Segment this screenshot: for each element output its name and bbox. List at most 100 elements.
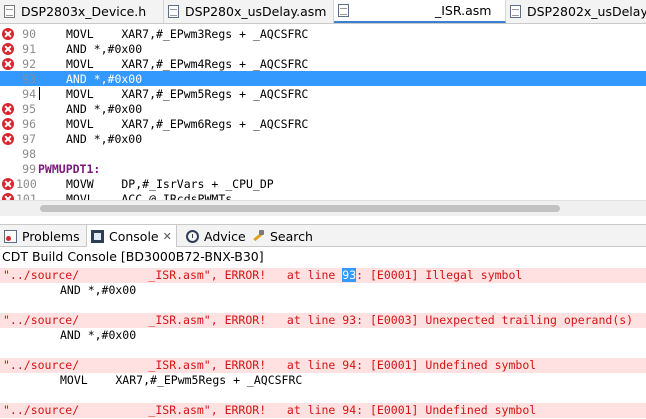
error-line-number[interactable]: 94	[342, 403, 356, 417]
line-number: 93	[22, 71, 36, 86]
problems-icon	[4, 229, 17, 243]
code-text: MOVL XAR7,#_EPwm4Regs + _AQCSFRC	[66, 56, 309, 71]
error-line-number[interactable]: 93	[342, 313, 356, 327]
build-console-output[interactable]: "../source/ _ISR.asm", ERROR! at line 93…	[0, 266, 646, 419]
code-line: 90 MOVL XAR7,#_EPwm3Regs + _AQCSFRC	[0, 26, 646, 41]
console-source-line: MOVL XAR7,#_EPwm5Regs + _AQCSFRC	[60, 373, 303, 387]
tab-label: Problems	[22, 228, 80, 244]
search-icon	[252, 229, 265, 243]
code-text: MOVL ACC,@_IRcdsPWMTs	[66, 191, 233, 201]
error-detail: : [E0001] Undefined symbol	[356, 358, 537, 372]
error-path-prefix: "../source/	[3, 313, 80, 327]
error-marker-icon[interactable]	[2, 102, 14, 115]
tab-console[interactable]: Console ✕	[86, 225, 177, 247]
error-path-prefix: "../source/	[3, 268, 80, 282]
horizontal-scrollbar[interactable]	[0, 200, 646, 216]
code-line-selected: 93 AND *,#0x00	[0, 71, 646, 86]
line-number: 98	[22, 146, 36, 161]
header-file-icon	[4, 5, 15, 18]
error-marker-icon[interactable]	[2, 132, 14, 145]
line-number: 101	[16, 191, 37, 201]
scrollbar-thumb[interactable]	[40, 205, 560, 212]
console-error-line[interactable]: "../source/ _ISR.asm", ERROR! at line 93…	[0, 268, 646, 283]
error-detail: : [E0003] Unexpected trailing operand(s)	[356, 313, 634, 327]
code-text: AND *,#0x00	[66, 41, 143, 56]
tab-dsp2803x-device-h[interactable]: DSP2803x_Device.h	[0, 0, 164, 23]
code-line: 92 MOVL XAR7,#_EPwm4Regs + _AQCSFRC	[0, 56, 646, 71]
code-text: MOVL XAR7,#_EPwm5Regs + _AQCSFRC	[66, 86, 309, 101]
line-number: 95	[22, 101, 36, 116]
line-number: 100	[16, 176, 37, 191]
tab-label: Search	[270, 228, 313, 244]
error-path-prefix: "../source/	[3, 403, 80, 417]
code-line: 97 AND *,#0x00	[0, 131, 646, 146]
error-message: _ISR.asm", ERROR! at line	[148, 358, 343, 372]
redacted-filename	[79, 268, 148, 282]
console-error-line[interactable]: "../source/ _ISR.asm", ERROR! at line 93…	[0, 313, 646, 328]
asm-file-icon	[510, 5, 521, 18]
tab-label: Console	[109, 228, 159, 244]
code-line: 91 AND *,#0x00	[0, 41, 646, 56]
error-message: _ISR.asm", ERROR! at line	[148, 403, 343, 417]
code-text: MOVL XAR7,#_EPwm3Regs + _AQCSFRC	[66, 26, 309, 41]
code-text: MOVL XAR7,#_EPwm6Regs + _AQCSFRC	[66, 116, 309, 131]
code-text: AND *,#0x00	[66, 101, 143, 116]
tab-label: DSP2803x_Device.h	[21, 4, 147, 19]
error-marker-icon[interactable]	[2, 42, 14, 55]
tab-advice[interactable]: Advice	[186, 225, 246, 247]
error-path-prefix: "../source/	[3, 358, 80, 372]
error-marker-icon[interactable]	[2, 57, 14, 70]
code-line: 101 MOVL ACC,@_IRcdsPWMTs	[0, 191, 646, 200]
view-tab-bar: Problems Console ✕ Advice Search	[0, 224, 646, 247]
line-number: 97	[22, 131, 36, 146]
redacted-filename	[79, 313, 148, 327]
code-text: AND *,#0x00	[66, 131, 143, 146]
editor-tab-bar: DSP2803x_Device.h DSP280x_usDelay.asm _I…	[0, 0, 646, 24]
code-text: MOVW DP,#_IsrVars + _CPU_DP	[66, 176, 274, 191]
asm-file-icon	[168, 5, 179, 18]
line-number: 92	[22, 56, 36, 71]
line-number: 99	[22, 161, 36, 176]
code-line: 94 MOVL XAR7,#_EPwm5Regs + _AQCSFRC	[0, 86, 646, 101]
error-marker-icon[interactable]	[2, 177, 14, 190]
advice-icon	[186, 229, 199, 243]
tab-isr-asm[interactable]: _ISR.asm	[334, 0, 506, 23]
text-cursor	[39, 87, 40, 100]
redacted-filename	[79, 403, 148, 417]
tab-dsp280x-usdelay-asm[interactable]: DSP280x_usDelay.asm	[164, 0, 334, 23]
asm-file-icon	[338, 4, 349, 17]
code-line: 99 PWMUPDT1:	[0, 161, 646, 176]
error-marker-icon[interactable]	[2, 27, 14, 40]
line-number: 90	[22, 26, 36, 41]
error-marker-icon[interactable]	[2, 192, 14, 200]
code-label: PWMUPDT1:	[38, 161, 101, 176]
error-line-number[interactable]: 93	[342, 268, 357, 282]
console-source-line: AND *,#0x00	[60, 328, 137, 342]
tab-label: Advice	[204, 228, 246, 244]
error-marker-icon[interactable]	[2, 117, 14, 130]
line-number: 91	[22, 41, 36, 56]
error-message: _ISR.asm", ERROR! at line	[148, 268, 343, 282]
console-error-line[interactable]: "../source/ _ISR.asm", ERROR! at line 94…	[0, 403, 646, 418]
console-error-line[interactable]: "../source/ _ISR.asm", ERROR! at line 94…	[0, 358, 646, 373]
code-editor[interactable]: 90 MOVL XAR7,#_EPwm3Regs + _AQCSFRC 91 A…	[0, 24, 646, 200]
error-line-number[interactable]: 94	[342, 358, 356, 372]
code-line: 100 MOVW DP,#_IsrVars + _CPU_DP	[0, 176, 646, 191]
tab-dsp2802x-usdelay-asm[interactable]: DSP2802x_usDelay.a	[506, 0, 646, 23]
console-source-line: AND *,#0x00	[60, 283, 137, 297]
tab-problems[interactable]: Problems	[4, 225, 80, 247]
code-text: AND *,#0x00	[66, 71, 143, 86]
tab-label: DSP2802x_usDelay.a	[527, 4, 646, 19]
code-line: 95 AND *,#0x00	[0, 101, 646, 116]
tab-search[interactable]: Search	[252, 225, 313, 247]
line-number: 96	[22, 116, 36, 131]
console-icon	[91, 229, 104, 243]
close-icon[interactable]: ✕	[163, 230, 172, 243]
console-title: CDT Build Console [BD3000B72-BNX-B30]	[2, 249, 264, 264]
tab-label: _ISR.asm	[435, 3, 492, 18]
line-number: 94	[22, 86, 36, 101]
error-detail: : [E0001] Illegal symbol	[356, 268, 523, 282]
code-line: 96 MOVL XAR7,#_EPwm6Regs + _AQCSFRC	[0, 116, 646, 131]
code-line: 98	[0, 146, 646, 161]
error-message: _ISR.asm", ERROR! at line	[148, 313, 343, 327]
